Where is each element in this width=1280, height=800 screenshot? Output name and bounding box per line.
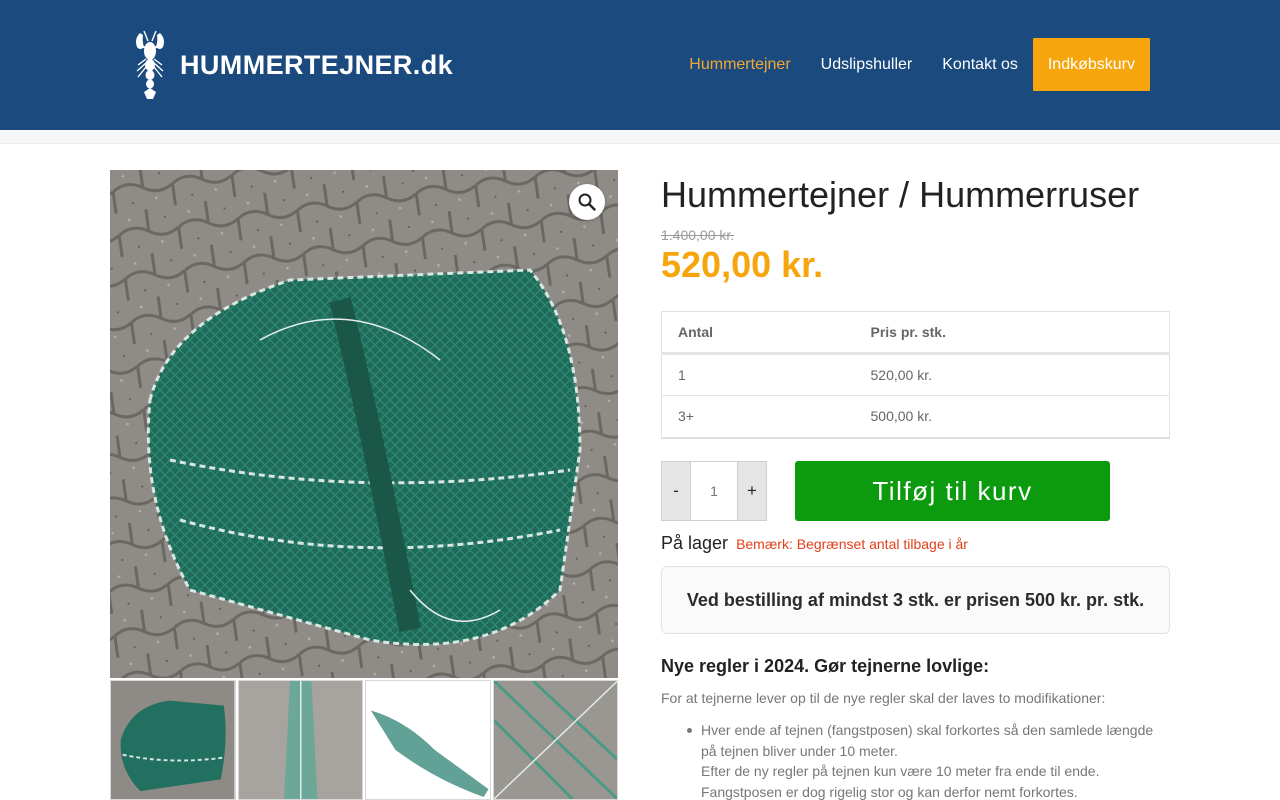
tier-price-table: Antal Pris pr. stk. 1 520,00 kr. 3+ 500,… xyxy=(661,311,1170,439)
magnifier-icon xyxy=(578,193,596,211)
tier-header-pris: Pris pr. stk. xyxy=(854,311,1170,355)
nav-udslipshuller[interactable]: Udslipshuller xyxy=(806,38,928,91)
nav-kontakt-os[interactable]: Kontakt os xyxy=(927,38,1033,91)
stock-status: På lager Bemærk: Begrænset antal tilbage… xyxy=(661,533,968,554)
site-header: HUMMERTEJNER.dk Hummertejner Udslipshull… xyxy=(0,0,1280,130)
rules-item-text-2: Efter de ny regler på tejnen kun være 10… xyxy=(701,763,1100,779)
rules-item-text: Hver ende af tejnen (fangstposen) skal f… xyxy=(701,722,1154,759)
quantity-stepper: - + xyxy=(661,461,767,521)
stock-note: Bemærk: Begrænset antal tilbage i år xyxy=(736,536,968,552)
stock-label: På lager xyxy=(661,533,729,553)
thumbnail-4[interactable] xyxy=(492,680,618,800)
rules-list: Hver ende af tejnen (fangstposen) skal f… xyxy=(687,720,1170,800)
lobster-icon xyxy=(136,30,164,99)
tier-qty: 1 xyxy=(661,353,855,396)
tier-price: 500,00 kr. xyxy=(854,395,1170,439)
old-price: 1.400,00 kr. xyxy=(661,227,735,243)
site-logo[interactable]: HUMMERTEJNER.dk xyxy=(130,29,453,101)
list-item: Hver ende af tejnen (fangstposen) skal f… xyxy=(687,720,1170,800)
thumbnail-3[interactable] xyxy=(365,680,491,800)
thumbnail-2[interactable] xyxy=(237,680,363,800)
nav-cart-button[interactable]: Indkøbskurv xyxy=(1032,38,1150,91)
add-to-cart-button[interactable]: Tilføj til kurv xyxy=(795,461,1110,521)
quantity-input[interactable] xyxy=(691,461,737,521)
product-main-image[interactable] xyxy=(110,170,618,678)
rules-heading: Nye regler i 2024. Gør tejnerne lovlige: xyxy=(661,656,990,676)
thumbnail-1[interactable] xyxy=(110,680,236,800)
nav-hummertejner[interactable]: Hummertejner xyxy=(674,38,805,91)
tier-header-antal: Antal xyxy=(661,311,855,355)
product-title: Hummertejner / Hummerruser xyxy=(661,174,1140,215)
bulk-price-text: Ved bestilling af mindst 3 stk. er prise… xyxy=(686,589,1145,610)
thumbnail-strip xyxy=(110,680,618,800)
current-price: 520,00 kr. xyxy=(661,244,824,285)
quantity-minus-button[interactable]: - xyxy=(661,461,691,521)
rules-item-text-3: Fangstposen er dog rigelig stor og kan d… xyxy=(701,783,1078,800)
tier-qty: 3+ xyxy=(661,395,855,439)
tier-price: 520,00 kr. xyxy=(854,353,1170,396)
logo-text: HUMMERTEJNER.dk xyxy=(180,49,454,80)
table-row: 3+ 500,00 kr. xyxy=(661,395,1170,439)
header-separator xyxy=(0,130,1280,144)
quantity-plus-button[interactable]: + xyxy=(737,461,767,521)
bulk-price-notice: Ved bestilling af mindst 3 stk. er prise… xyxy=(661,566,1170,634)
net-photo xyxy=(110,170,618,678)
zoom-button[interactable] xyxy=(569,184,605,220)
table-row: 1 520,00 kr. xyxy=(661,353,1170,396)
main-nav: Hummertejner Udslipshuller Kontakt os In… xyxy=(674,38,1150,91)
rules-intro: For at tejnerne lever op til de nye regl… xyxy=(661,690,1106,706)
